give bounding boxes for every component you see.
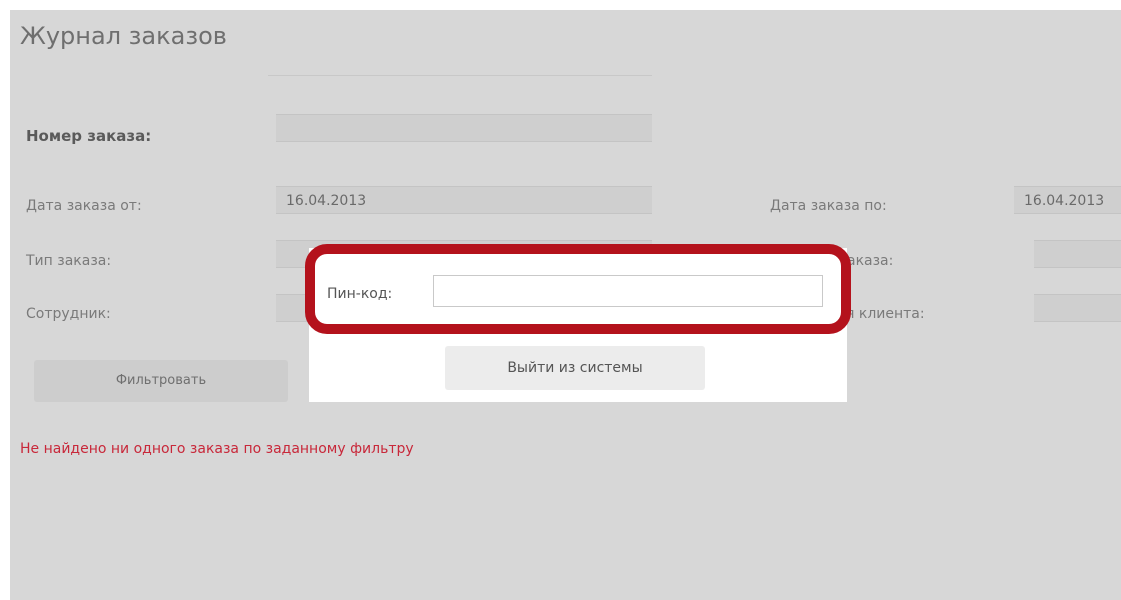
date-to-label: Дата заказа по: xyxy=(770,198,887,214)
order-number-field[interactable] xyxy=(276,114,652,142)
page-title: Журнал заказов xyxy=(20,22,227,50)
divider xyxy=(268,75,652,76)
order-status-label: аказа: xyxy=(847,253,894,269)
date-to-field[interactable]: 16.04.2013 xyxy=(1014,186,1121,214)
pin-label: Пин-код: xyxy=(327,286,393,302)
no-results-message: Не найдено ни одного заказа по заданному… xyxy=(20,441,414,457)
order-status-select[interactable] xyxy=(1034,240,1121,268)
employee-label: Сотрудник: xyxy=(26,306,111,322)
client-field[interactable] xyxy=(1034,294,1121,322)
app-frame: Журнал заказов Номер заказа: Дата заказа… xyxy=(10,10,1121,600)
date-from-label: Дата заказа от: xyxy=(26,198,142,214)
filter-button[interactable]: Фильтровать xyxy=(34,360,288,402)
logout-button[interactable]: Выйти из системы xyxy=(445,346,705,390)
pin-modal: Пин-код: Выйти из системы xyxy=(305,244,851,402)
order-type-label: Тип заказа: xyxy=(26,253,112,269)
pin-row: Пин-код: xyxy=(309,248,847,330)
order-number-label: Номер заказа: xyxy=(26,127,152,145)
pin-input[interactable] xyxy=(433,275,823,307)
client-label: я клиента: xyxy=(846,306,925,322)
date-from-field[interactable]: 16.04.2013 xyxy=(276,186,652,214)
